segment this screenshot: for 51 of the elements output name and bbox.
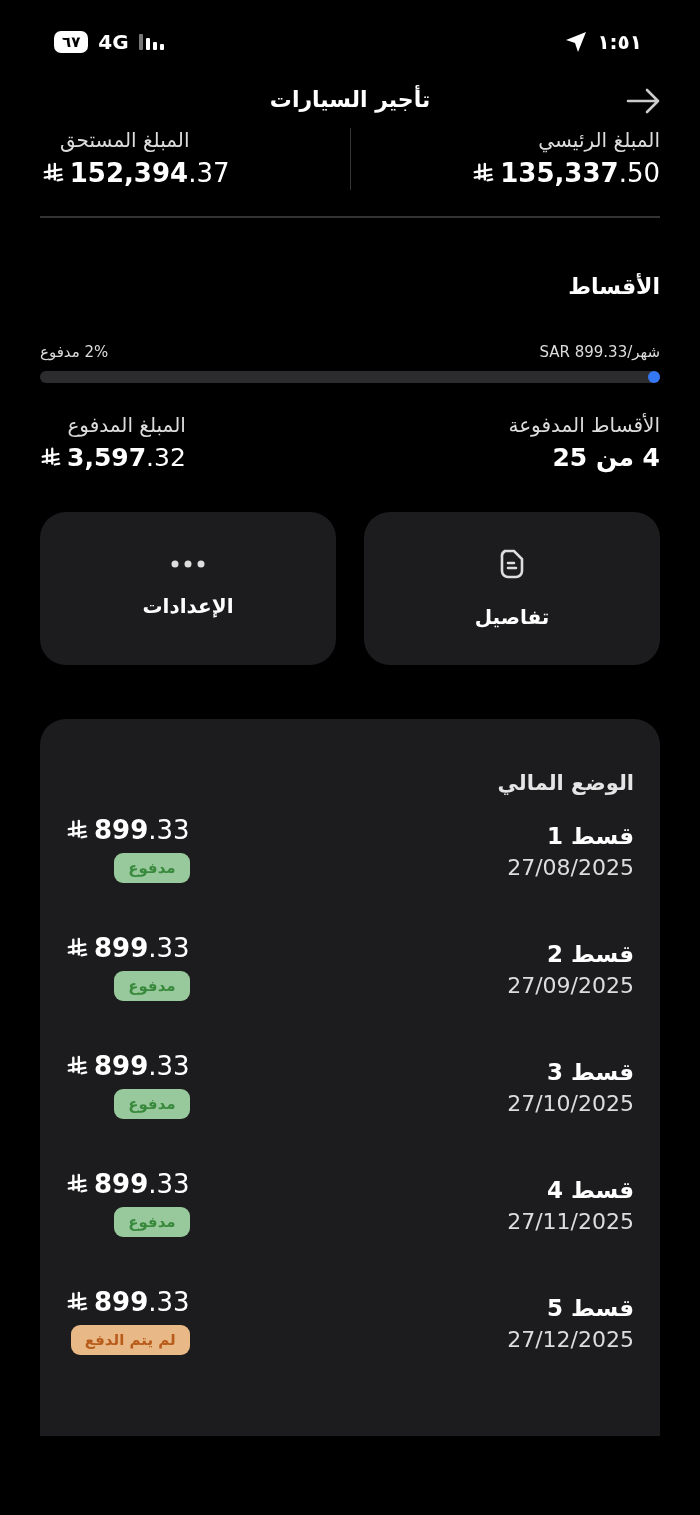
riyal-icon — [66, 1291, 88, 1313]
back-arrow-icon[interactable] — [626, 88, 660, 114]
summary-label: المبلغ الرئيسي — [538, 128, 660, 152]
installment-date: 27/08/2025 — [507, 855, 634, 880]
amount: 135,337.50 — [472, 158, 660, 188]
action-button[interactable]: تفاصيل — [364, 512, 660, 665]
riyal-icon — [40, 447, 61, 468]
amount: 152,394.37 — [41, 158, 230, 188]
document-icon — [499, 548, 525, 579]
amount: 899.33 — [66, 1287, 190, 1317]
paid-percent: 2% مدفوع — [40, 343, 109, 361]
installment-name: قسط 2 — [545, 941, 634, 967]
installment-date: 27/12/2025 — [507, 1327, 634, 1352]
stat-label: الأقساط المدفوعة — [508, 413, 660, 437]
installment-date: 27/10/2025 — [507, 1091, 634, 1116]
amount: 3,597.32 — [40, 443, 186, 472]
riyal-icon — [41, 162, 64, 184]
status-badge: مدفوع — [114, 1089, 190, 1119]
installment-name: قسط 5 — [545, 1295, 634, 1321]
riyal-icon — [66, 1173, 88, 1195]
amount: 899.33 — [66, 1051, 190, 1081]
installment-name: قسط 1 — [545, 823, 634, 849]
status-badge: مدفوع — [114, 1207, 190, 1237]
installment-date: 27/11/2025 — [507, 1209, 634, 1234]
card-title: الوضع المالي — [496, 771, 634, 795]
riyal-icon — [66, 819, 88, 841]
riyal-icon — [66, 1055, 88, 1077]
riyal-icon — [472, 162, 495, 184]
more-icon — [171, 559, 205, 568]
section-title: الأقساط — [567, 274, 660, 299]
installment-name: قسط 3 — [545, 1059, 634, 1085]
location-arrow-icon — [565, 31, 588, 53]
network-type: 4G — [98, 30, 129, 54]
summary-label: المبلغ المستحق — [59, 128, 190, 152]
status-badge: مدفوع — [114, 853, 190, 883]
installment-date: 27/09/2025 — [507, 973, 634, 998]
amount: 899.33 — [66, 815, 190, 845]
battery-indicator: ٦٧ — [54, 31, 89, 53]
page-title: تأجير السيارات — [269, 86, 431, 112]
amount: 899.33 — [66, 933, 190, 963]
status-badge: لم يتم الدفع — [70, 1325, 190, 1355]
monthly-amount: شهر/SAR 899.33 — [539, 343, 660, 361]
signal-icon — [138, 34, 165, 50]
status-badge: مدفوع — [114, 971, 190, 1001]
stat-value: 4 من 25 — [552, 443, 660, 472]
installment-name: قسط 4 — [545, 1177, 634, 1203]
stat-label: المبلغ المدفوع — [67, 413, 186, 437]
riyal-icon — [66, 937, 88, 959]
amount: 899.33 — [66, 1169, 190, 1199]
action-button[interactable]: الإعدادات — [40, 512, 336, 665]
clock-time: ١:٥١ — [597, 30, 642, 54]
